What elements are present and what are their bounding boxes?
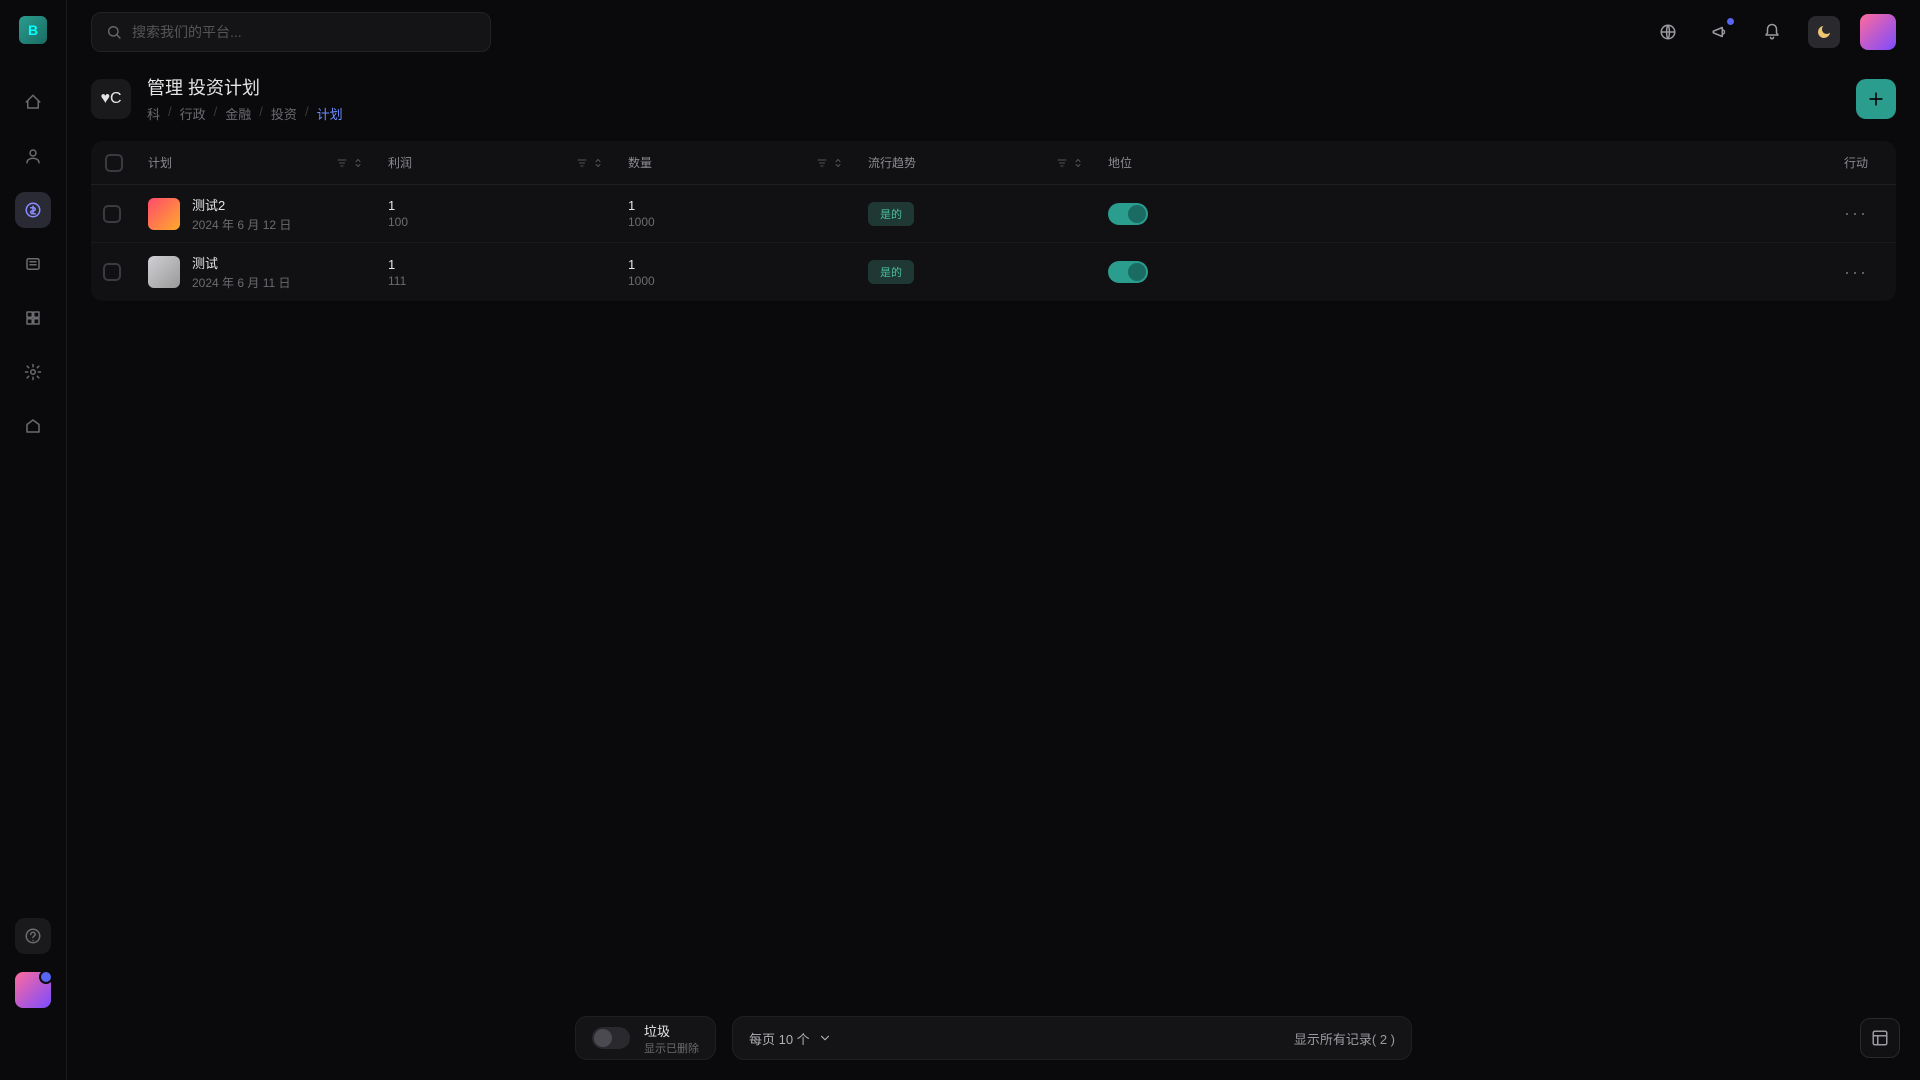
plan-date: 2024 年 6 月 11 日 xyxy=(192,274,291,291)
trend-badge: 是的 xyxy=(868,202,914,226)
col-status[interactable]: 地位 xyxy=(1108,154,1132,171)
profit-sub: 100 xyxy=(388,215,604,229)
user-avatar[interactable] xyxy=(1860,14,1896,50)
trash-title: 垃圾 xyxy=(644,1021,699,1040)
nav-user[interactable] xyxy=(15,138,51,174)
theme-button[interactable] xyxy=(1808,16,1840,48)
add-button[interactable] xyxy=(1856,79,1896,119)
filter-icon[interactable] xyxy=(1056,157,1068,169)
qty-value: 1 xyxy=(628,257,844,272)
nav-avatar[interactable] xyxy=(15,972,51,1008)
nav-money[interactable] xyxy=(15,192,51,228)
plan-name: 测试 xyxy=(192,253,291,272)
page-title: 管理 投资计划 xyxy=(147,74,343,100)
table-row: 测试2 2024 年 6 月 12 日 1 100 1 1000 是的 ··· xyxy=(91,185,1896,243)
dollar-icon xyxy=(24,201,42,219)
col-qty[interactable]: 数量 xyxy=(628,154,652,171)
plus-icon xyxy=(1866,89,1886,109)
crumb[interactable]: 金融 xyxy=(225,104,251,123)
row-menu-button[interactable]: ··· xyxy=(1844,203,1868,223)
globe-icon xyxy=(1659,23,1677,41)
search-box[interactable] xyxy=(91,12,491,52)
layout-button[interactable] xyxy=(1860,1018,1900,1058)
announce-button[interactable] xyxy=(1704,16,1736,48)
filter-icon[interactable] xyxy=(576,157,588,169)
row-menu-button[interactable]: ··· xyxy=(1844,262,1868,282)
crumb-current: 计划 xyxy=(317,104,343,123)
col-profit[interactable]: 利润 xyxy=(388,154,412,171)
topbar xyxy=(67,0,1920,64)
per-page-select[interactable]: 每页 10 个 xyxy=(749,1029,892,1048)
records-label: 显示所有记录( 2 ) xyxy=(1294,1029,1395,1048)
grid-icon xyxy=(24,309,42,327)
qty-value: 1 xyxy=(628,198,844,213)
sort-icon[interactable] xyxy=(592,157,604,169)
page-header: ♥C 管理 投资计划 科/ 行政/ 金融/ 投资/ 计划 xyxy=(91,74,1896,123)
chevron-down-icon xyxy=(818,1031,832,1045)
search-icon xyxy=(106,24,122,40)
trash-card: 垃圾 显示已删除 xyxy=(575,1016,716,1060)
plan-thumbnail xyxy=(148,198,180,230)
breadcrumb: 科/ 行政/ 金融/ 投资/ 计划 xyxy=(147,104,343,123)
nav-apps[interactable] xyxy=(15,300,51,336)
gear-icon xyxy=(24,363,42,381)
nav-settings[interactable] xyxy=(15,354,51,390)
trash-subtitle: 显示已删除 xyxy=(644,1040,699,1056)
home-icon xyxy=(24,93,42,111)
table-header: 计划 利润 数量 流行趋势 地位 行动 xyxy=(91,141,1896,185)
trash-toggle[interactable] xyxy=(592,1027,630,1049)
col-action: 行动 xyxy=(1844,154,1868,171)
col-trend[interactable]: 流行趋势 xyxy=(868,154,916,171)
filter-icon[interactable] xyxy=(336,157,348,169)
table-row: 测试2024 年 6 月 11 日 1111 11000 是的 ··· xyxy=(91,243,1896,301)
profit-sub: 111 xyxy=(388,274,604,288)
col-plan[interactable]: 计划 xyxy=(148,154,172,171)
nav-design[interactable] xyxy=(15,408,51,444)
bell-icon xyxy=(1763,23,1781,41)
nav-help[interactable] xyxy=(15,918,51,954)
language-button[interactable] xyxy=(1652,16,1684,48)
bell-button[interactable] xyxy=(1756,16,1788,48)
crumb[interactable]: 行政 xyxy=(180,104,206,123)
profit-value: 1 xyxy=(388,257,604,272)
search-input[interactable] xyxy=(132,24,476,40)
sort-icon[interactable] xyxy=(832,157,844,169)
plan-thumbnail xyxy=(148,256,180,288)
layout-icon xyxy=(1871,1029,1889,1047)
sort-icon[interactable] xyxy=(352,157,364,169)
sidebar: B xyxy=(0,0,67,1080)
news-icon xyxy=(24,255,42,273)
footer: 垃圾 显示已删除 每页 10 个 显示所有记录( 2 ) xyxy=(67,1016,1920,1060)
palette-icon xyxy=(24,417,42,435)
crumb[interactable]: 科 xyxy=(147,104,160,123)
row-checkbox[interactable] xyxy=(103,205,121,223)
moon-icon xyxy=(1816,24,1832,40)
notification-dot xyxy=(1727,18,1734,25)
pager-card: 每页 10 个 显示所有记录( 2 ) xyxy=(732,1016,1412,1060)
profit-value: 1 xyxy=(388,198,604,213)
plan-name: 测试2 xyxy=(192,195,291,214)
status-toggle[interactable] xyxy=(1108,261,1148,283)
megaphone-icon xyxy=(1711,23,1729,41)
nav-news[interactable] xyxy=(15,246,51,282)
qty-sub: 1000 xyxy=(628,274,844,288)
row-checkbox[interactable] xyxy=(103,263,121,281)
filter-icon[interactable] xyxy=(816,157,828,169)
trend-badge: 是的 xyxy=(868,260,914,284)
sort-icon[interactable] xyxy=(1072,157,1084,169)
status-toggle[interactable] xyxy=(1108,203,1148,225)
help-icon xyxy=(24,927,42,945)
qty-sub: 1000 xyxy=(628,215,844,229)
app-logo[interactable]: B xyxy=(19,16,47,44)
data-table: 计划 利润 数量 流行趋势 地位 行动 测试2 2024 年 6 月 12 日 1… xyxy=(91,141,1896,301)
header-icon: ♥C xyxy=(91,79,131,119)
user-icon xyxy=(24,147,42,165)
nav-home[interactable] xyxy=(15,84,51,120)
select-all-checkbox[interactable] xyxy=(105,154,123,172)
plan-date: 2024 年 6 月 12 日 xyxy=(192,216,291,233)
crumb[interactable]: 投资 xyxy=(271,104,297,123)
